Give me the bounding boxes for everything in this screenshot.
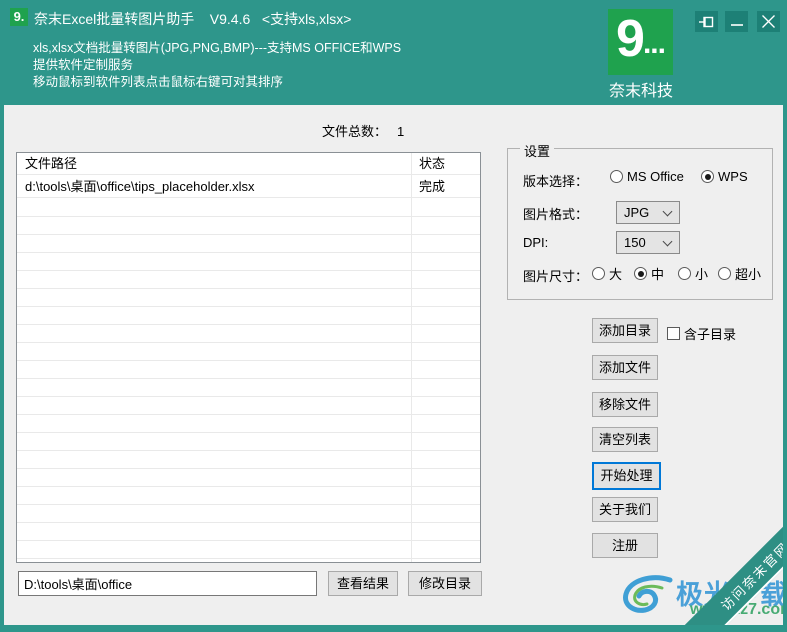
settings-legend: 设置	[520, 141, 555, 160]
include-subdir-checkbox[interactable]: 含子目录	[667, 324, 736, 343]
start-process-button[interactable]: 开始处理	[592, 462, 661, 490]
radio-circle	[678, 267, 691, 280]
output-path-input[interactable]	[18, 571, 317, 596]
change-directory-button[interactable]: 修改目录	[408, 571, 482, 596]
row-file-path: d:\tools\桌面\office\tips_placeholder.xlsx	[25, 179, 255, 194]
radio-wps[interactable]: WPS	[701, 169, 748, 184]
chevron-down-icon	[662, 206, 673, 217]
dpi-value: 150	[624, 235, 646, 250]
naimo-logo: 9...	[608, 9, 673, 75]
about-us-button[interactable]: 关于我们	[592, 497, 658, 522]
file-count: 文件总数： 1	[322, 121, 404, 140]
radio-size-large[interactable]: 大	[592, 264, 622, 283]
window-title: 奈末Excel批量转图片助手 V9.4.6 <支持xls,xlsx>	[34, 11, 352, 27]
add-directory-button[interactable]: 添加目录	[592, 318, 658, 343]
content-panel: 文件总数： 1 文件路径 状态 d:\tools\桌面\office\tips_p…	[4, 105, 783, 625]
app-icon: 9.	[10, 8, 28, 26]
header-description: xls,xlsx文档批量转图片(JPG,PNG,BMP)---支持MS OFFI…	[33, 40, 401, 91]
radio-size-small-label: 小	[695, 267, 709, 282]
view-result-button[interactable]: 查看结果	[328, 571, 398, 596]
settings-group: 设置 版本选择： MS Office WPS 图片格式： JPG DPI: 15…	[507, 141, 773, 300]
radio-size-medium-label: 中	[651, 267, 665, 282]
file-list[interactable]: 文件路径 状态 d:\tools\桌面\office\tips_placehol…	[16, 152, 481, 563]
logo-dots: ...	[642, 27, 666, 60]
logo-caption: 奈末科技	[608, 83, 673, 100]
radio-circle	[610, 170, 623, 183]
radio-size-xsmall[interactable]: 超小	[718, 264, 761, 283]
column-separator	[411, 153, 412, 562]
pin-icon[interactable]	[695, 11, 718, 32]
radio-size-large-label: 大	[609, 267, 623, 282]
desc-line-3: 移动鼠标到软件列表点击鼠标右键可对其排序	[33, 75, 284, 89]
include-subdir-label: 含子目录	[684, 327, 737, 342]
radio-circle	[718, 267, 731, 280]
column-header-path: 文件路径	[25, 156, 78, 171]
add-file-button[interactable]: 添加文件	[592, 355, 658, 380]
format-dropdown[interactable]: JPG	[616, 201, 680, 224]
radio-size-medium[interactable]: 中	[634, 264, 664, 283]
close-icon[interactable]	[757, 11, 780, 32]
dpi-dropdown[interactable]: 150	[616, 231, 680, 254]
version-label: 版本选择：	[523, 174, 589, 189]
radio-circle	[634, 267, 647, 280]
checkbox-box	[667, 327, 680, 340]
remove-file-button[interactable]: 移除文件	[592, 392, 658, 417]
desc-line-1: xls,xlsx文档批量转图片(JPG,PNG,BMP)---支持MS OFFI…	[33, 41, 402, 55]
row-file-status: 完成	[419, 179, 446, 194]
minimize-icon[interactable]	[725, 11, 748, 32]
radio-circle	[592, 267, 605, 280]
desc-line-2: 提供软件定制服务	[33, 58, 134, 72]
format-label: 图片格式：	[523, 207, 589, 222]
file-count-label: 文件总数：	[322, 124, 388, 139]
column-header-status: 状态	[419, 156, 446, 171]
radio-size-xsmall-label: 超小	[735, 267, 762, 282]
radio-ms-office-label: MS Office	[627, 169, 684, 184]
radio-size-small[interactable]: 小	[678, 264, 708, 283]
file-count-value: 1	[397, 124, 405, 139]
chevron-down-icon	[662, 236, 673, 247]
app-window: 9. 奈末Excel批量转图片助手 V9.4.6 <支持xls,xlsx> xl…	[0, 0, 787, 632]
dpi-label: DPI:	[523, 235, 549, 250]
clear-list-button[interactable]: 清空列表	[592, 427, 658, 452]
format-value: JPG	[624, 205, 650, 220]
radio-ms-office[interactable]: MS Office	[610, 169, 684, 184]
aurora-swirl-icon	[618, 572, 676, 619]
register-button[interactable]: 注册	[592, 533, 658, 558]
logo-digit: 9	[616, 10, 645, 68]
radio-wps-label: WPS	[718, 169, 748, 184]
radio-circle	[701, 170, 714, 183]
size-label: 图片尺寸：	[523, 269, 589, 284]
